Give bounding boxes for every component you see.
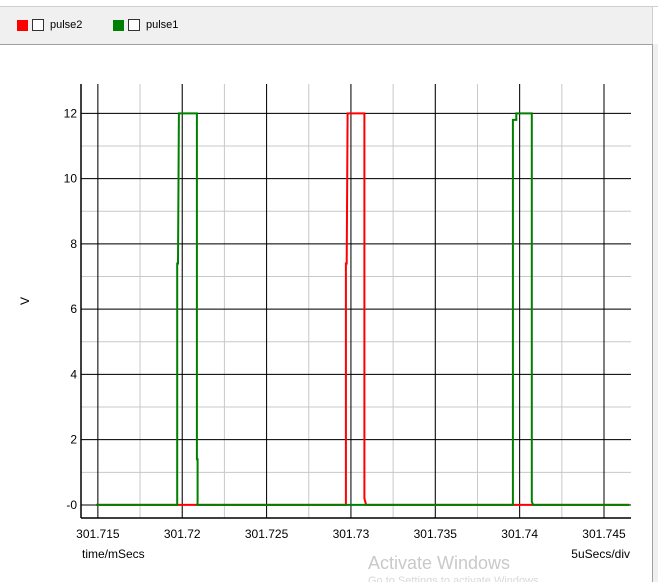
legend-item-pulse1[interactable]: pulse1 <box>113 18 178 32</box>
legend-label-pulse2: pulse2 <box>50 19 83 31</box>
window-right-edge <box>652 44 658 582</box>
y-tick-label: 2 <box>70 433 77 447</box>
y-tick-label: 4 <box>70 367 77 381</box>
y-tick-label: 10 <box>64 172 78 186</box>
x-unit-label: time/mSecs <box>82 547 145 561</box>
legend-checkbox-pulse2[interactable] <box>32 19 44 31</box>
x-tick-label: 301.715 <box>76 527 120 541</box>
x-tick-label: 301.725 <box>245 527 289 541</box>
x-tick-label: 301.73 <box>333 527 370 541</box>
y-tick-label: 8 <box>70 237 77 251</box>
legend-item-pulse2[interactable]: pulse2 <box>17 18 82 32</box>
legend-bar: pulse2 pulse1 <box>0 7 653 45</box>
oscilloscope-plot[interactable]: -0 2 4 6 8 10 12 301.715 301.72 301.725 301.73 301.… <box>0 44 652 544</box>
legend-swatch-pulse2 <box>17 19 28 31</box>
legend-swatch-pulse1 <box>113 19 124 31</box>
y-tick-label: 6 <box>70 302 77 316</box>
y-tick-label: -0 <box>66 498 77 512</box>
x-tick-label: 301.72 <box>164 527 201 541</box>
y-tick-label: 12 <box>64 106 78 120</box>
x-tick-label: 301.745 <box>582 527 626 541</box>
y-axis-label: V <box>18 297 32 305</box>
legend-checkbox-pulse1[interactable] <box>128 19 140 31</box>
activate-windows-watermark: Activate Windows <box>368 553 511 573</box>
x-tick-label: 301.735 <box>414 527 458 541</box>
window-top-strip <box>0 0 658 7</box>
x-tick-label: 301.74 <box>501 527 538 541</box>
time-per-div-label: 5uSecs/div <box>571 547 630 561</box>
legend-label-pulse1: pulse1 <box>146 19 179 31</box>
activate-windows-subtext: Go to Settings to activate Windows. <box>368 575 542 582</box>
